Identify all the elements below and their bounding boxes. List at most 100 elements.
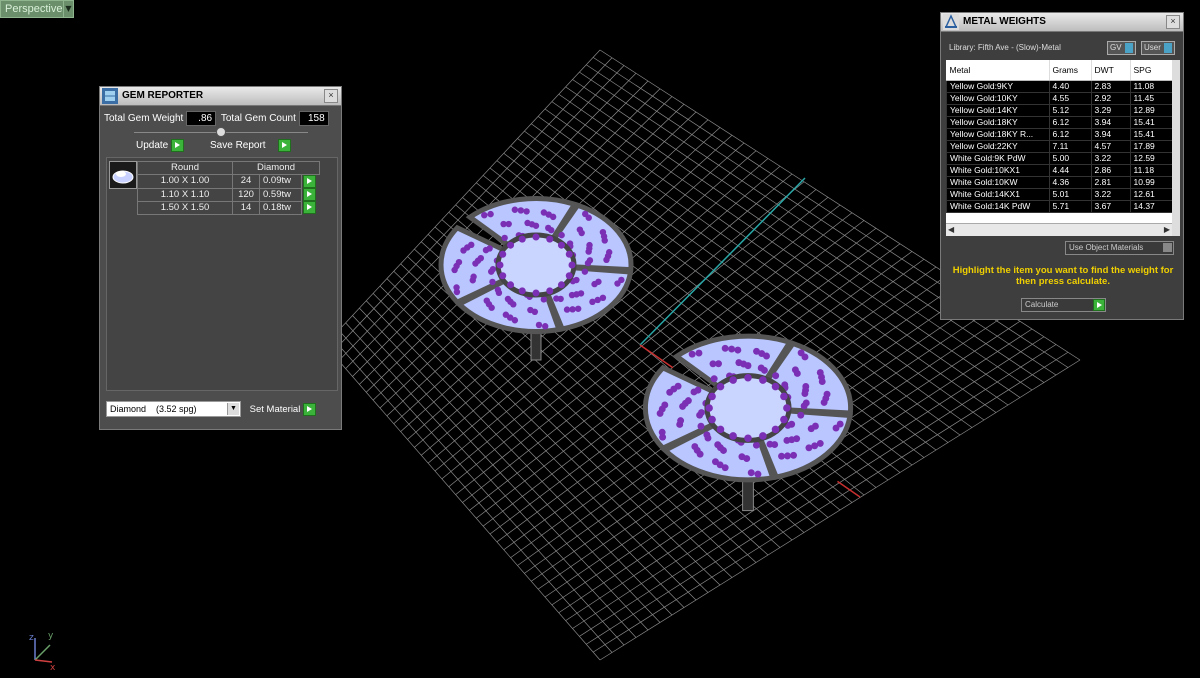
gem-stone	[553, 295, 560, 302]
metal-grams: 5.01	[1048, 188, 1092, 201]
select-row-button[interactable]	[301, 201, 319, 215]
play-icon	[1093, 299, 1105, 311]
library-label: Library: Fifth Ave - (Slow)-Metal	[949, 43, 1061, 52]
total-gem-weight-value: .86	[186, 111, 217, 126]
gem-stone	[455, 258, 463, 266]
gem-stone	[778, 452, 786, 460]
metal-dwt: 3.94	[1090, 128, 1131, 141]
gem-count: 24	[232, 174, 260, 189]
total-gem-weight-label: Total Gem Weight	[104, 113, 184, 124]
table-row[interactable]: White Gold:9K PdW 5.00 3.22 12.59	[946, 152, 1172, 165]
scroll-left-icon[interactable]: ◀	[948, 224, 954, 236]
gem-stone	[574, 305, 582, 312]
table-row[interactable]: Yellow Gold:9KY 4.40 2.83 11.08	[946, 80, 1172, 93]
gem-stone	[532, 289, 540, 297]
gem-stone	[523, 208, 530, 215]
table-row[interactable]: White Gold:14KX1 5.01 3.22 12.61	[946, 188, 1172, 201]
metal-spg: 14.37	[1129, 200, 1172, 213]
gv-toggle-label: GV	[1110, 43, 1122, 52]
gem-stone	[784, 452, 791, 460]
close-icon[interactable]: ×	[324, 89, 338, 103]
table-row[interactable]: White Gold:10KX1 4.44 2.86 11.18	[946, 164, 1172, 177]
use-object-materials-select[interactable]: Use Object Materials	[1065, 241, 1174, 255]
scroll-right-icon[interactable]: ▶	[1164, 224, 1170, 236]
horizontal-scrollbar[interactable]: ◀ ▶	[946, 223, 1172, 236]
gem-stone	[581, 268, 589, 275]
toggle-icon	[1163, 42, 1172, 53]
flower-model-1[interactable]	[438, 196, 634, 361]
round-diamond-icon[interactable]	[109, 161, 137, 189]
material-select[interactable]: Diamond (3.52 spg) ▼	[106, 401, 241, 417]
metal-dwt: 2.83	[1090, 80, 1131, 93]
viewport-menu-dropdown[interactable]: ▼	[63, 0, 74, 18]
gem-stone	[674, 382, 682, 390]
table-row[interactable]: 1.50 X 1.50 14 0.18tw	[137, 200, 320, 215]
metal-grams: 4.55	[1048, 92, 1092, 105]
metal-spg: 12.89	[1129, 104, 1172, 117]
metal-name: Yellow Gold:18KY R...	[946, 128, 1050, 141]
gv-toggle[interactable]: GV	[1107, 41, 1136, 55]
table-row[interactable]: Yellow Gold:22KY 7.11 4.57 17.89	[946, 140, 1172, 153]
gem-stone	[703, 431, 711, 439]
gem-count: 14	[232, 200, 260, 215]
metal-weights-titlebar[interactable]: METAL WEIGHTS ×	[941, 13, 1183, 32]
metal-col-header[interactable]: SPG	[1130, 60, 1172, 81]
gem-stone	[661, 401, 669, 409]
metal-spg: 11.18	[1129, 164, 1172, 177]
gem-stone	[563, 306, 571, 313]
flower-model-2[interactable]	[642, 333, 854, 512]
metal-table-container[interactable]: Metal Grams DWT SPG Yellow Gold:9KY 4.40 2…	[946, 60, 1172, 236]
toggle-icon	[1124, 42, 1133, 53]
gem-stone	[714, 441, 722, 449]
select-row-button[interactable]	[301, 175, 319, 189]
gem-table: Round Diamond 1.00 X 1.00 24 0.09tw 1.10…	[137, 161, 320, 215]
metal-grams: 6.12	[1048, 116, 1092, 129]
total-gem-count-label: Total Gem Count	[220, 113, 296, 124]
user-toggle-label: User	[1144, 43, 1161, 52]
metal-name: Yellow Gold:9KY	[946, 80, 1050, 93]
metal-dwt: 3.22	[1090, 188, 1131, 201]
gem-stone	[708, 415, 716, 424]
table-row[interactable]: Yellow Gold:10KY 4.55 2.92 11.45	[946, 92, 1172, 105]
gem-stone	[797, 411, 805, 419]
table-row[interactable]: Yellow Gold:18KY 6.12 3.94 15.41	[946, 116, 1172, 129]
gem-size: 1.50 X 1.50	[137, 200, 233, 215]
gem-stone	[557, 281, 565, 289]
table-row[interactable]: Yellow Gold:14KY 5.12 3.29 12.89	[946, 104, 1172, 117]
axis-label-z: z	[29, 633, 34, 643]
gem-stone	[601, 237, 608, 244]
table-row[interactable]: White Gold:14K PdW 5.71 3.67 14.37	[946, 200, 1172, 213]
metal-col-header[interactable]: DWT	[1091, 60, 1131, 81]
gem-stone	[507, 241, 515, 249]
gem-stone	[688, 350, 696, 358]
metal-col-header[interactable]: Grams	[1049, 60, 1092, 81]
metal-col-header[interactable]: Metal	[946, 60, 1050, 81]
calculate-button[interactable]: Calculate	[1021, 298, 1106, 312]
metal-grams: 4.36	[1048, 176, 1092, 189]
table-row[interactable]: 1.00 X 1.00 24 0.09tw	[137, 174, 320, 189]
gem-stone	[477, 254, 485, 262]
gem-stone	[763, 352, 770, 360]
gem-stone	[772, 372, 780, 380]
table-row[interactable]: Yellow Gold:18KY R... 6.12 3.94 15.41	[946, 128, 1172, 141]
gem-stone	[603, 256, 610, 264]
close-icon[interactable]: ×	[1166, 15, 1180, 29]
gem-stone	[507, 281, 515, 289]
gem-stone	[698, 409, 705, 417]
vertical-scrollbar[interactable]	[1172, 60, 1180, 236]
user-toggle[interactable]: User	[1141, 41, 1175, 55]
select-row-button[interactable]	[301, 188, 319, 202]
save-report-button[interactable]: Save Report	[210, 139, 292, 153]
gem-stone	[518, 287, 526, 295]
slider-handle[interactable]	[216, 127, 226, 137]
viewport-label[interactable]: Perspective	[0, 0, 68, 18]
gem-stone	[505, 220, 512, 228]
table-row[interactable]: 1.10 X 1.10 120 0.59tw	[137, 187, 320, 202]
set-material-button[interactable]: Set Material	[250, 402, 316, 416]
metal-spg: 12.59	[1129, 152, 1172, 165]
update-button[interactable]: Update	[136, 139, 185, 153]
table-row[interactable]: White Gold:10KW 4.36 2.81 10.99	[946, 176, 1172, 189]
gem-stone	[511, 206, 519, 213]
gem-stone	[614, 280, 621, 287]
gem-reporter-titlebar[interactable]: GEM REPORTER ×	[100, 87, 341, 106]
